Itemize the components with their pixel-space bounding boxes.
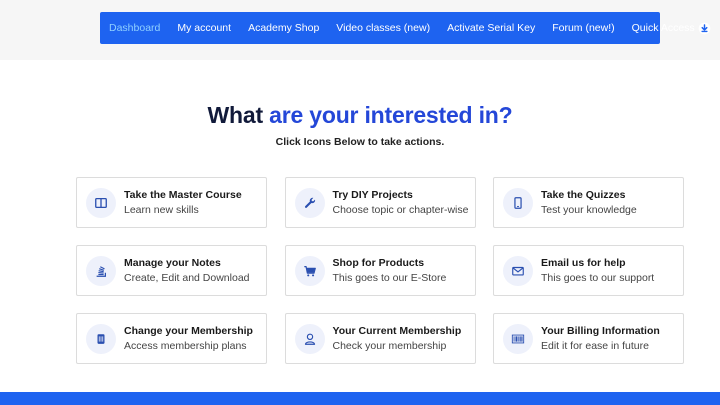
nav-forum-label: Forum (new!) [552,22,615,34]
card-desc: Test your knowledge [541,203,637,216]
card-desc: Check your membership [332,339,447,352]
notes-stack-icon [86,255,116,286]
card-title: Take the Quizzes [541,188,626,201]
card-title: Manage your Notes [124,256,221,269]
card-shop-products[interactable]: Shop for Products This goes to our E-Sto… [284,245,476,296]
wrench-icon [294,187,325,218]
page-title: What are your interested in? [0,102,720,129]
card-desc: Create, Edit and Download [124,271,250,284]
card-title: Email us for help [541,256,626,269]
nav-dashboard-label: Dashboard [109,22,161,34]
nav-quick-access-label: Quick Access [631,22,695,34]
user-icon [294,323,325,354]
page-subtitle: Click Icons Below to take actions. [275,136,445,148]
page-title-accent: are your interested in? [269,102,513,128]
card-quizzes[interactable]: Take the Quizzes Test your knowledge [493,177,684,228]
card-desc: This goes to our E-Store [332,271,447,284]
nav-forum[interactable]: Forum (new!) [552,22,614,34]
card-diy-projects[interactable]: Try DIY Projects Choose topic or chapter… [284,177,476,228]
action-grid: Take the Master Course Learn new skills … [76,177,684,364]
card-notes[interactable]: Manage your Notes Create, Edit and Downl… [76,245,267,296]
download-circle-icon [698,22,711,35]
footer-band [0,392,720,405]
card-desc: Learn new skills [124,203,199,216]
envelope-icon [503,255,533,286]
card-master-course[interactable]: Take the Master Course Learn new skills [76,177,267,228]
nav-video-classes[interactable]: Video classes (new) [336,22,430,34]
shopping-cart-icon [294,255,325,286]
nav-academy-shop-label: Academy Shop [248,22,320,34]
nav-academy-shop[interactable]: Academy Shop [248,22,319,34]
card-current-membership[interactable]: Your Current Membership Check your membe… [284,313,476,364]
barcode-icon [503,323,533,354]
card-title: Your Current Membership [332,324,462,337]
card-desc: Choose topic or chapter-wise [332,203,469,216]
membership-card-icon [86,323,116,354]
card-title: Take the Master Course [124,188,242,201]
main-nav: Dashboard My account Academy Shop Video … [100,12,711,44]
card-title: Your Billing Information [541,324,660,337]
nav-video-classes-label: Video classes (new) [336,22,431,34]
card-billing-info[interactable]: Your Billing Information Edit it for eas… [493,313,684,364]
card-desc: Access membership plans [124,339,247,352]
card-title: Change your Membership [124,324,253,337]
page-title-part1: What [207,102,264,128]
nav-my-account-label: My account [177,22,232,34]
card-title: Shop for Products [332,256,425,269]
nav-my-account[interactable]: My account [177,22,231,34]
nav-dashboard[interactable]: Dashboard [109,22,160,34]
tablet-icon [503,187,533,218]
card-title: Try DIY Projects [332,188,413,201]
card-change-membership[interactable]: Change your Membership Access membership… [76,313,267,364]
card-desc: Edit it for ease in future [541,339,649,352]
card-email-help[interactable]: Email us for help This goes to our suppo… [493,245,684,296]
nav-activate-serial-key[interactable]: Activate Serial Key [447,22,535,34]
nav-activate-serial-key-label: Activate Serial Key [447,22,536,34]
card-desc: This goes to our support [541,271,655,284]
book-open-icon [86,187,116,218]
nav-quick-access[interactable]: Quick Access [632,22,711,35]
